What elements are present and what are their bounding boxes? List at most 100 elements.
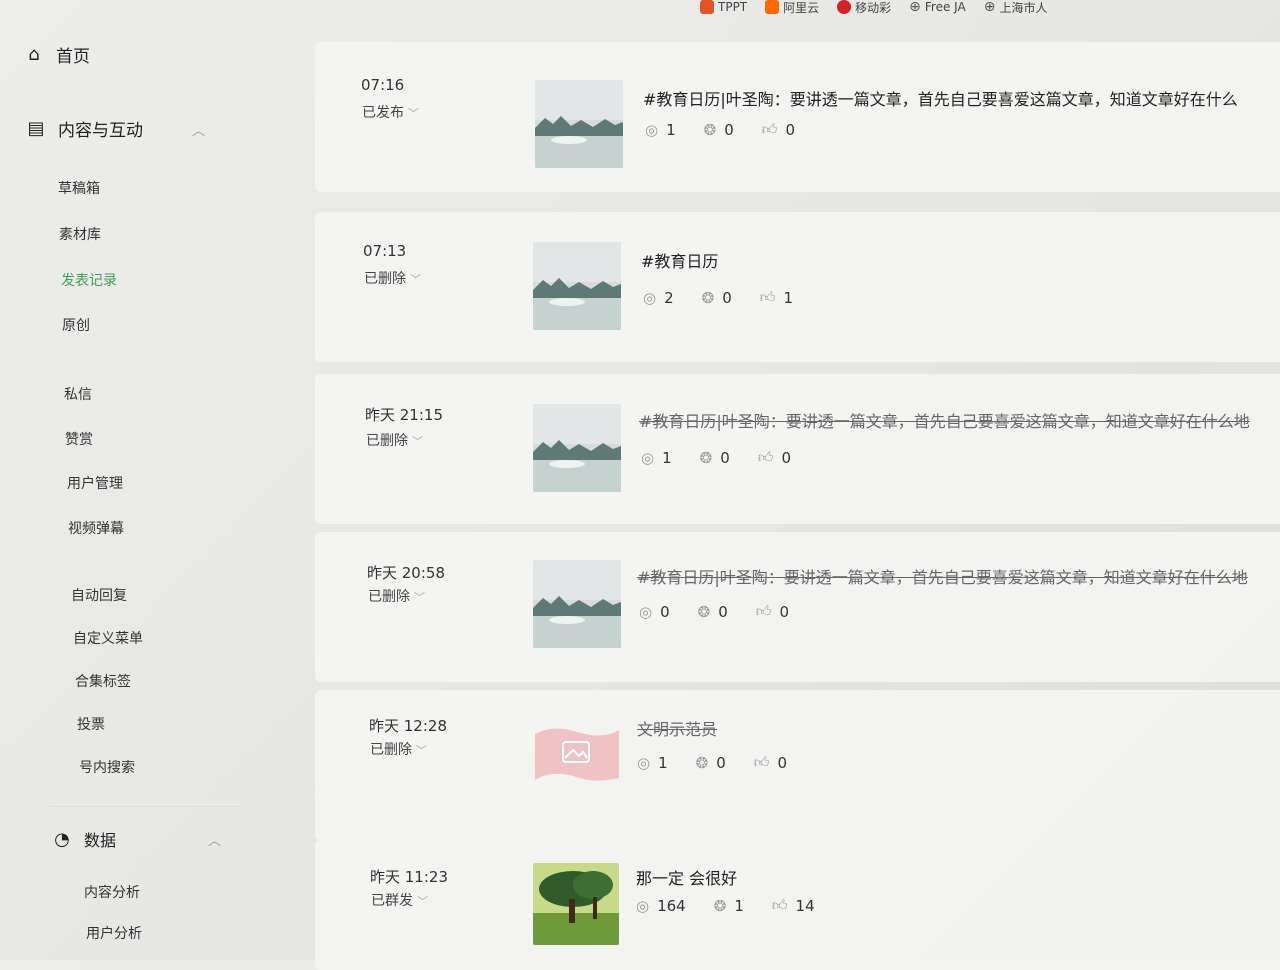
post-time: 07:16: [361, 76, 405, 94]
post-status-label: 已群发: [371, 893, 413, 909]
chevron-down-icon: ﹀: [410, 273, 421, 286]
chevron-up-icon[interactable]: ︿: [192, 120, 205, 139]
post-thumbnail[interactable]: [533, 863, 619, 945]
like-count-value: 0: [779, 602, 789, 621]
view-count: ◎ 1: [641, 448, 672, 467]
post-status-dropdown[interactable]: 已群发 ﹀: [371, 890, 428, 910]
bookmarks-bar: TPPT 阿里云 移动彩 ⊕ Free JA ⊕ 上海市人: [700, 0, 1280, 18]
sidebar-item-user-analysis[interactable]: 用户分析: [86, 923, 142, 943]
view-count: ◎ 1: [637, 753, 668, 772]
post-thumbnail[interactable]: [533, 404, 621, 492]
view-count-value: 1: [666, 120, 676, 139]
home-icon: ⌂: [28, 44, 40, 65]
post-stats: ◎ 0 ❂ 0 👍︎ 0: [639, 602, 789, 621]
sidebar-item-original[interactable]: 原创: [62, 315, 90, 335]
nav-data-label: 数据: [84, 831, 117, 850]
sidebar-item-user-management[interactable]: 用户管理: [67, 473, 123, 493]
like-count-value: 1: [783, 288, 793, 307]
post-status-dropdown[interactable]: 已删除 ﹀: [368, 586, 425, 606]
bookmark-label: TPPT: [718, 0, 748, 14]
sidebar-item-collection-tags[interactable]: 合集标签: [75, 671, 131, 691]
share-count: ❂ 0: [696, 753, 726, 772]
post-title[interactable]: #教育日历|叶圣陶：要讲透一篇文章，首先自己要喜爱这篇文章，知道文章好在什么地: [639, 408, 1250, 432]
eye-icon: ◎: [643, 288, 657, 307]
bookmark-item[interactable]: TPPT: [700, 0, 747, 14]
post-list: 07:16 已发布 ﹀ #教育日历|叶圣陶：要讲透一篇文章，首先自己要喜爱这篇文章…: [315, 20, 1280, 970]
post-status-label: 已删除: [364, 271, 406, 287]
share-icon: ❂: [697, 602, 711, 621]
globe-icon: ⊕: [909, 0, 921, 15]
sidebar-item-materials[interactable]: 素材库: [59, 224, 101, 244]
chevron-down-icon: ﹀: [408, 107, 419, 120]
post-thumbnail[interactable]: [533, 242, 621, 330]
bookmark-item[interactable]: 移动彩: [837, 0, 891, 16]
landscape-thumbnail-image: [533, 404, 621, 492]
sidebar-item-messages[interactable]: 私信: [64, 384, 92, 404]
bookmark-label: 阿里云: [783, 0, 820, 15]
sidebar-item-account-search[interactable]: 号内搜索: [79, 757, 135, 777]
post-title[interactable]: 文明示范员: [637, 716, 717, 740]
post-status-label: 已删除: [370, 742, 412, 758]
nav-content-section[interactable]: ▤ 内容与互动: [26, 116, 143, 141]
thumbs-up-icon: 👍︎: [753, 753, 770, 771]
post-card: [315, 212, 1280, 362]
like-count: 👍︎ 0: [758, 448, 791, 467]
document-icon: ▤: [27, 118, 45, 139]
sidebar-item-video-danmaku[interactable]: 视频弹幕: [68, 518, 124, 538]
chevron-down-icon: ﹀: [417, 895, 428, 908]
post-thumbnail[interactable]: [533, 560, 621, 648]
view-count-value: 164: [657, 896, 686, 915]
view-count: ◎ 0: [639, 602, 670, 621]
share-count-value: 0: [722, 288, 732, 307]
share-icon: ❂: [701, 288, 715, 307]
share-count-value: 0: [718, 602, 728, 621]
sidebar-item-custom-menu[interactable]: 自定义菜单: [73, 628, 143, 648]
share-count-value: 1: [734, 896, 744, 915]
eye-icon: ◎: [639, 602, 653, 621]
nav-content-label: 内容与互动: [58, 121, 143, 141]
share-count: ❂ 1: [714, 896, 744, 915]
post-stats: ◎ 1 ❂ 0 👍︎ 0: [641, 448, 791, 467]
chevron-up-icon[interactable]: ︿: [208, 830, 221, 849]
landscape-thumbnail-image: [535, 80, 623, 168]
post-time: 昨天 20:58: [367, 564, 445, 582]
sidebar-item-vote[interactable]: 投票: [77, 714, 105, 734]
thumbs-up-icon: 👍︎: [757, 448, 774, 466]
share-icon: ❂: [703, 120, 717, 139]
nav-home[interactable]: ⌂ 首页: [24, 42, 90, 67]
sidebar-item-auto-reply[interactable]: 自动回复: [71, 585, 127, 605]
view-count-value: 1: [658, 753, 668, 772]
post-card: [315, 42, 1280, 192]
post-title[interactable]: #教育日历|叶圣陶：要讲透一篇文章，首先自己要喜爱这篇文章，知道文章好在什么地: [637, 564, 1248, 588]
nav-home-label: 首页: [56, 47, 90, 67]
like-count-value: 14: [795, 896, 815, 915]
sidebar-item-publish-records[interactable]: 发表记录: [61, 270, 117, 290]
nav-data-section[interactable]: ◔ 数据: [52, 827, 116, 851]
post-thumbnail[interactable]: [533, 724, 621, 812]
sidebar-item-content-analysis[interactable]: 内容分析: [84, 882, 140, 902]
post-card: [315, 374, 1280, 524]
view-count-value: 1: [662, 448, 672, 467]
tree-thumbnail-image: [533, 863, 619, 945]
post-title[interactable]: #教育日历|叶圣陶：要讲透一篇文章，首先自己要喜爱这篇文章，知道文章好在什么: [643, 86, 1238, 110]
bookmark-item[interactable]: ⊕ Free JA: [909, 0, 966, 15]
sidebar-divider: [50, 806, 240, 807]
post-status-dropdown[interactable]: 已发布 ﹀: [362, 102, 419, 122]
post-status-label: 已删除: [366, 433, 408, 449]
post-status-dropdown[interactable]: 已删除 ﹀: [366, 430, 423, 450]
pie-chart-icon: ◔: [54, 828, 70, 850]
thumbs-up-icon: 👍︎: [771, 896, 788, 914]
bookmark-item[interactable]: ⊕ 上海市人: [984, 0, 1048, 16]
post-thumbnail[interactable]: [535, 80, 623, 168]
bookmark-item[interactable]: 阿里云: [765, 0, 819, 16]
bookmark-favicon-icon: [700, 0, 714, 14]
bookmark-label: 上海市人: [999, 0, 1048, 15]
sidebar-item-drafts[interactable]: 草稿箱: [58, 178, 100, 198]
post-status-dropdown[interactable]: 已删除 ﹀: [364, 268, 421, 288]
view-count: ◎ 164: [636, 896, 686, 915]
sidebar-item-appreciation[interactable]: 赞赏: [65, 429, 93, 449]
post-title[interactable]: 那一定 会很好: [636, 865, 737, 889]
post-status-dropdown[interactable]: 已删除 ﹀: [370, 739, 427, 759]
post-stats: ◎ 2 ❂ 0 👍︎ 1: [643, 288, 793, 307]
post-title[interactable]: #教育日历: [641, 248, 718, 272]
